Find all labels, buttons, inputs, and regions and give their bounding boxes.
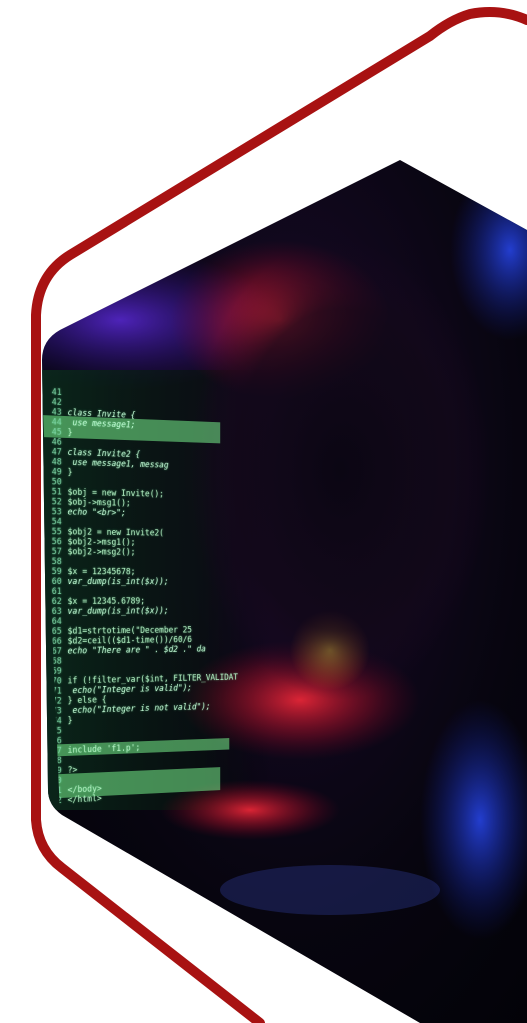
hexagon-photo-frame xyxy=(31,7,527,1023)
hex-photo xyxy=(42,160,527,1023)
